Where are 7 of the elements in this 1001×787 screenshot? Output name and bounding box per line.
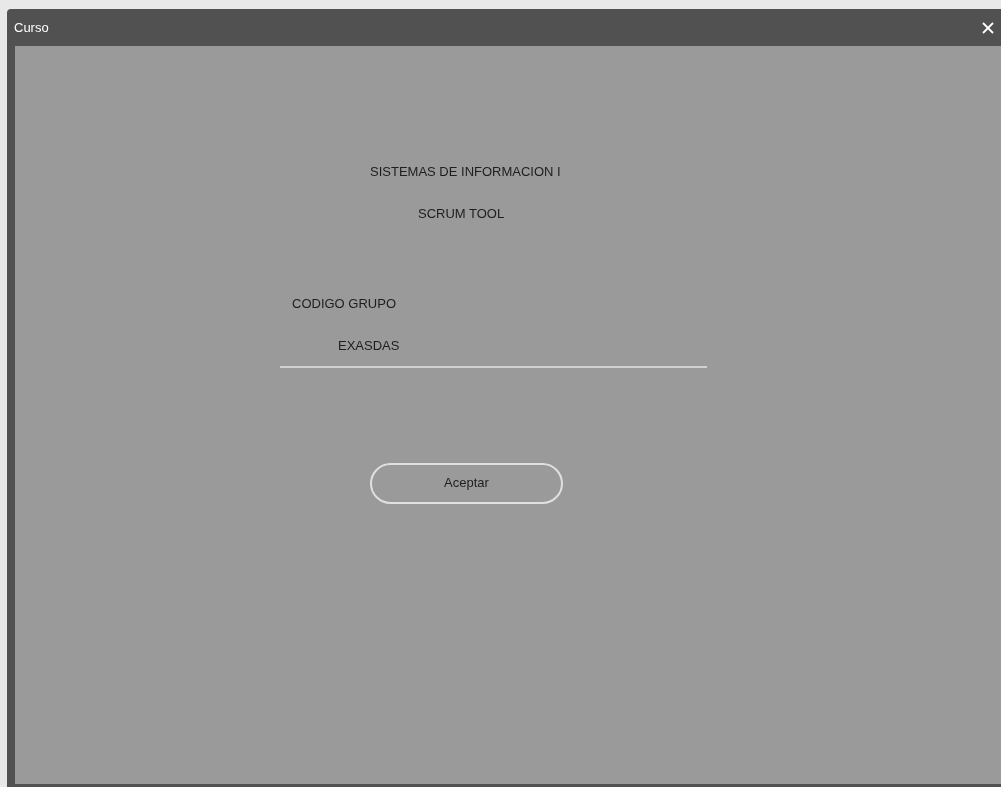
heading: SISTEMAS DE INFORMACION I	[370, 163, 561, 181]
close-icon[interactable]	[981, 20, 995, 35]
group-code-field[interactable]: EXASDAS	[280, 331, 707, 368]
accept-button[interactable]: Aceptar	[370, 462, 563, 504]
window-title: Curso	[14, 18, 49, 37]
heading: SCRUM TOOL	[418, 204, 505, 223]
field-label: CODIGO GRUPO	[292, 295, 396, 313]
